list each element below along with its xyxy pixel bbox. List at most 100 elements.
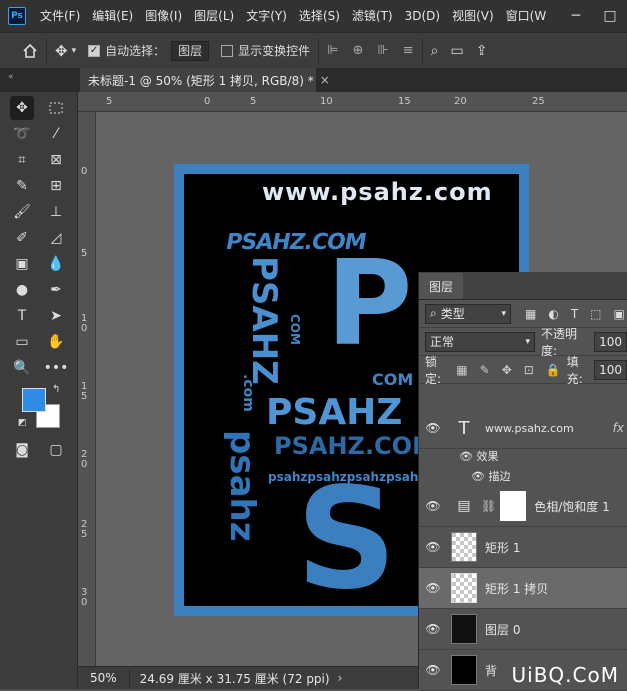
collapse-toolbar-icon[interactable]: «: [8, 72, 14, 82]
layer-filter-dropdown[interactable]: ⌕ 类型 ▾: [425, 304, 511, 324]
type-filter-icon[interactable]: T: [571, 307, 578, 321]
layer-name[interactable]: 图层 0: [485, 621, 520, 638]
lock-all-icon[interactable]: 🔒: [546, 363, 561, 377]
menu-edit[interactable]: 编辑(E): [86, 0, 139, 32]
blur-tool-icon[interactable]: 💧: [44, 252, 68, 276]
share-icon[interactable]: ⇪: [476, 43, 488, 59]
document-tab[interactable]: 未标题-1 @ 50% (矩形 1 拷贝, RGB/8) * ×: [80, 68, 316, 92]
lock-transparent-icon[interactable]: ▦: [456, 363, 467, 377]
adjust-filter-icon[interactable]: ◐: [548, 307, 558, 321]
workspace-icon[interactable]: ▭: [450, 43, 463, 59]
show-transform-option[interactable]: 显示变换控件: [221, 42, 310, 59]
brush-tool-icon[interactable]: 🖌: [10, 200, 34, 224]
fill-field[interactable]: 100: [594, 360, 627, 380]
zoom-tool-icon[interactable]: 🔍: [10, 356, 34, 380]
zoom-level[interactable]: 50%: [78, 671, 129, 685]
link-icon[interactable]: ⛓: [481, 499, 496, 513]
move-tool-preset-icon[interactable]: ✥▾: [55, 42, 76, 60]
history-brush-icon[interactable]: ✐: [10, 226, 34, 250]
crop-tool-icon[interactable]: ⌗: [10, 148, 34, 172]
more-tools-icon[interactable]: •••: [44, 356, 68, 380]
screen-mode-icon[interactable]: ▢: [44, 438, 68, 462]
path-select-icon[interactable]: ➤: [44, 304, 68, 328]
lasso-tool-icon[interactable]: ➰: [10, 122, 34, 146]
artwork-com: COM: [372, 370, 413, 389]
layer-row[interactable]: 👁 ▤ ⛓ 色相/饱和度 1: [419, 486, 627, 527]
visibility-eye-icon[interactable]: 👁: [419, 499, 447, 513]
rectangle-tool-icon[interactable]: ▭: [10, 330, 34, 354]
distribute-icon[interactable]: ≡: [403, 43, 414, 58]
minimize-button[interactable]: ─: [559, 0, 593, 32]
menu-filter[interactable]: 滤镜(T): [346, 0, 399, 32]
fx-icon[interactable]: fx: [613, 421, 624, 435]
layer-name[interactable]: 背: [485, 662, 497, 679]
align-left-icon[interactable]: ⊫: [327, 43, 338, 58]
menu-image[interactable]: 图像(I): [139, 0, 188, 32]
ruler-label: 2 5: [81, 520, 91, 540]
home-icon[interactable]: [22, 43, 38, 59]
eraser-tool-icon[interactable]: ◿: [44, 226, 68, 250]
auto-select-option[interactable]: ✓ 自动选择： 图层: [88, 41, 209, 61]
status-menu-arrow-icon[interactable]: ›: [338, 671, 343, 685]
maximize-button[interactable]: □: [593, 0, 627, 32]
blend-mode-dropdown[interactable]: 正常 ▾: [425, 332, 535, 352]
foreground-color-swatch-top[interactable]: [22, 388, 46, 412]
menu-window[interactable]: 窗口(W: [500, 0, 553, 32]
eyedropper-icon[interactable]: ✎: [10, 174, 34, 198]
layer-name[interactable]: www.psahz.com: [485, 422, 574, 435]
visibility-eye-icon[interactable]: 👁: [419, 540, 447, 554]
menu-layer[interactable]: 图层(L): [188, 0, 240, 32]
visibility-eye-icon[interactable]: 👁: [419, 622, 447, 636]
menu-3d[interactable]: 3D(D): [399, 0, 446, 32]
swap-colors-icon[interactable]: ↰: [52, 384, 60, 395]
lock-position-icon[interactable]: ✥: [502, 363, 512, 377]
layer-name[interactable]: 色相/饱和度 1: [534, 498, 610, 515]
align-center-icon[interactable]: ⊕: [352, 43, 363, 58]
visibility-eye-icon[interactable]: 👁: [419, 663, 447, 677]
shape-filter-icon[interactable]: ⬚: [590, 307, 601, 321]
pen-tool-icon[interactable]: ✒: [44, 278, 68, 302]
auto-select-checkbox[interactable]: ✓: [88, 45, 100, 57]
visibility-eye-icon[interactable]: 👁: [459, 450, 473, 463]
spot-heal-icon[interactable]: ⊞: [44, 174, 68, 198]
smart-filter-icon[interactable]: ▣: [614, 307, 625, 321]
layer-row-selected[interactable]: 👁 矩形 1 拷贝: [419, 568, 627, 609]
layer-mask-thumbnail[interactable]: [500, 491, 526, 521]
layer-name[interactable]: 矩形 1 拷贝: [485, 580, 548, 597]
layer-row[interactable]: 👁 矩形 1: [419, 527, 627, 568]
document-info[interactable]: 24.69 厘米 x 31.75 厘米 (72 ppi): [129, 670, 330, 687]
hand-tool-icon[interactable]: ✋: [44, 330, 68, 354]
visibility-eye-icon[interactable]: 👁: [419, 581, 447, 595]
lock-pixels-icon[interactable]: ✎: [480, 363, 490, 377]
menu-type[interactable]: 文字(Y): [240, 0, 293, 32]
visibility-eye-icon[interactable]: 👁: [419, 421, 447, 435]
layer-row[interactable]: 👁 T www.psahz.com fx: [419, 408, 627, 449]
show-transform-checkbox[interactable]: [221, 45, 233, 57]
marquee-tool-icon[interactable]: [44, 96, 68, 120]
default-colors-icon[interactable]: ◩: [18, 418, 27, 428]
close-icon[interactable]: ×: [320, 73, 330, 87]
visibility-eye-icon[interactable]: 👁: [471, 470, 485, 483]
move-tool-icon[interactable]: ✥: [10, 96, 34, 120]
auto-select-dropdown[interactable]: 图层: [171, 41, 209, 61]
stamp-tool-icon[interactable]: ⊥: [44, 200, 68, 224]
menu-select[interactable]: 选择(S): [293, 0, 346, 32]
menu-file[interactable]: 文件(F): [34, 0, 86, 32]
gradient-tool-icon[interactable]: ▣: [10, 252, 34, 276]
align-right-icon[interactable]: ⊪: [377, 43, 388, 58]
layer-row[interactable]: 👁 图层 0: [419, 609, 627, 650]
magic-wand-icon[interactable]: ⁄: [44, 122, 68, 146]
tab-layers[interactable]: 图层: [419, 273, 463, 299]
opacity-field[interactable]: 100: [594, 332, 627, 352]
effects-row[interactable]: 👁 效果: [459, 448, 498, 464]
search-icon[interactable]: ⌕: [431, 43, 439, 59]
quick-mask-icon[interactable]: ◙: [10, 438, 34, 462]
menu-view[interactable]: 视图(V): [446, 0, 500, 32]
frame-tool-icon[interactable]: ⊠: [44, 148, 68, 172]
dodge-tool-icon[interactable]: ●: [10, 278, 34, 302]
type-tool-icon[interactable]: T: [10, 304, 34, 328]
image-filter-icon[interactable]: ▦: [525, 307, 536, 321]
stroke-effect-row[interactable]: 👁 描边: [471, 468, 510, 484]
layer-name[interactable]: 矩形 1: [485, 539, 520, 556]
lock-artboard-icon[interactable]: ⊡: [524, 363, 534, 377]
